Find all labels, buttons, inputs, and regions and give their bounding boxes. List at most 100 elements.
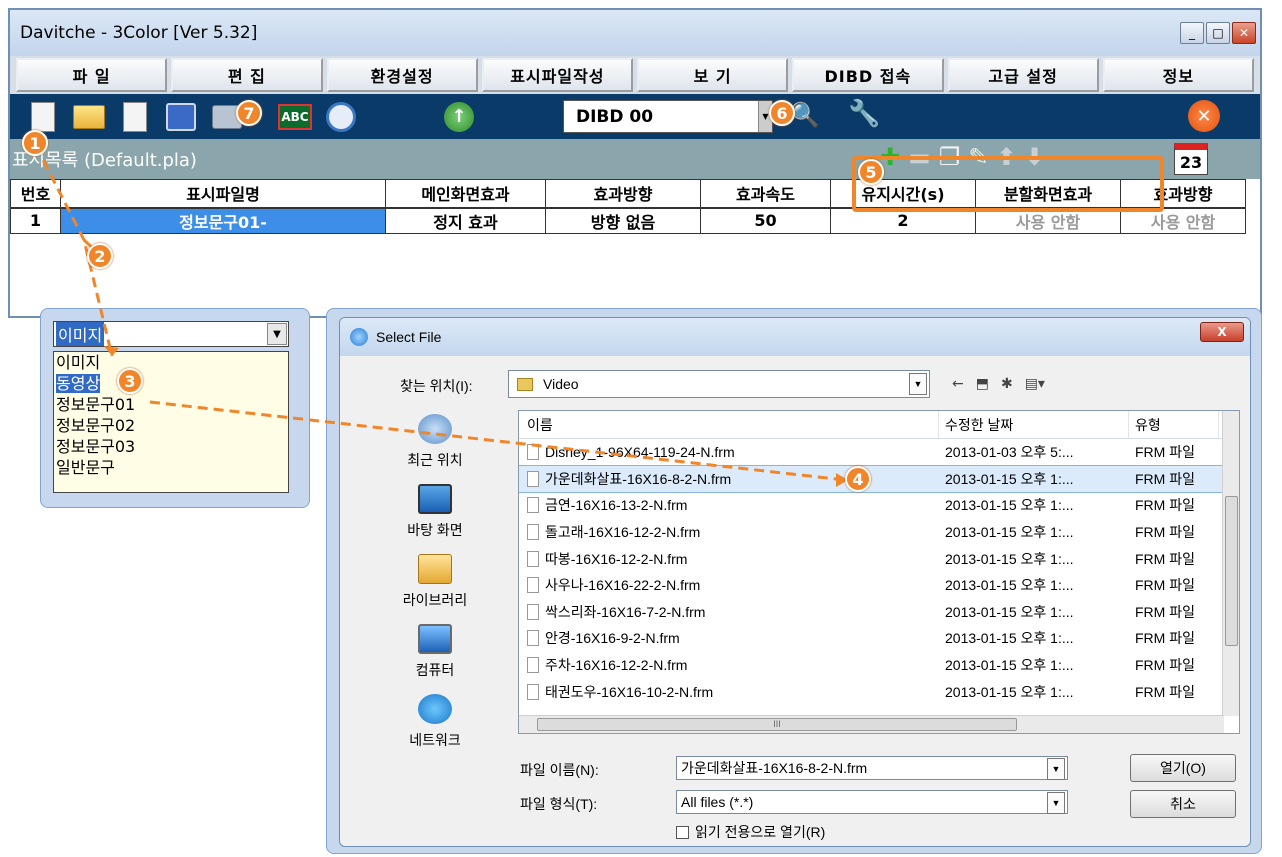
menu-view[interactable]: 보 기 [637,58,789,92]
filename-value: 가운데화살표-16X16-8-2-N.frm [681,760,868,776]
place-network[interactable]: 네트워크 [360,694,510,750]
scroll-thumb[interactable] [1225,496,1238,646]
column-header[interactable]: 효과방향 [545,179,701,209]
maximize-button[interactable]: □ [1206,22,1230,44]
menu-edit[interactable]: 편 집 [171,58,323,92]
vertical-scrollbar[interactable] [1222,411,1239,716]
filename-input[interactable]: 가운데화살표-16X16-8-2-N.frm ▼ [676,756,1068,780]
table-row[interactable]: 1 정보문구01- 정지 효과 방향 없음 50 2 사용 안함 사용 안함 [10,207,1246,234]
option-info-text-03[interactable]: 정보문구03 [56,436,288,457]
cell-display-file-name[interactable]: 정보문구01- [60,207,386,234]
remove-icon[interactable]: ▬ [908,143,931,171]
filetype-select[interactable]: All files (*.*) ▼ [676,790,1068,814]
file-name-cell: 따봉-16X16-12-2-N.frm [519,549,939,569]
file-name-cell: 안경-16X16-9-2-N.frm [519,628,939,648]
file-row[interactable]: 따봉-16X16-12-2-N.frm 2013-01-15 오후 1:... FR… [519,545,1239,572]
file-row[interactable]: 태권도우-16X16-10-2-N.frm 2013-01-15 오후 1:...… [519,678,1239,705]
place-computer[interactable]: 컴퓨터 [360,624,510,680]
column-header-type[interactable]: 유형 [1129,411,1219,438]
column-header[interactable]: 분할화면효과 [975,179,1121,209]
option-image[interactable]: 이미지 [56,352,288,373]
print-icon[interactable] [210,100,244,134]
exit-icon[interactable]: ✕ [1188,100,1220,132]
edit-icon[interactable]: ✎ [968,143,988,171]
chevron-down-icon[interactable]: ▼ [758,101,772,132]
menu-file[interactable]: 파 일 [16,58,168,92]
option-video[interactable]: 동영상 [56,373,288,394]
cell-hold-time[interactable]: 2 [830,207,976,234]
chevron-down-icon[interactable]: ▼ [1047,792,1065,814]
cell-effect-speed[interactable]: 50 [700,207,831,234]
menu-dibd-connect[interactable]: DIBD 접속 [792,58,944,92]
new-file-icon[interactable] [26,100,60,134]
new-folder-icon[interactable]: ✱ [1001,376,1013,392]
open-folder-icon[interactable] [72,100,106,134]
column-header[interactable]: 유지시간(s) [830,179,976,209]
wrench-icon[interactable]: 🔧 [848,99,880,129]
column-header[interactable]: 번호 [10,179,61,209]
type-select[interactable]: 이미지 ▼ [53,321,289,347]
file-type: FRM 파일 [1135,683,1195,700]
clock-schedule-icon[interactable] [324,100,358,134]
column-header[interactable]: 효과속도 [700,179,831,209]
chevron-down-icon[interactable]: ▼ [1047,758,1065,780]
column-header[interactable]: 표시파일명 [60,179,386,209]
view-menu-icon[interactable]: ▤▾ [1025,376,1045,392]
upload-arrow-icon[interactable]: ↑ [442,100,476,134]
column-header[interactable]: 메인화면효과 [385,179,546,209]
column-header-date[interactable]: 수정한 날짜 [939,411,1129,438]
move-up-icon[interactable]: ⬆ [996,143,1016,171]
place-libraries[interactable]: 라이브러리 [360,554,510,610]
chevron-down-icon[interactable]: ▼ [267,323,287,345]
minimize-button[interactable]: _ [1180,22,1204,44]
file-row[interactable]: 사우나-16X16-22-2-N.frm 2013-01-15 오후 1:... F… [519,572,1239,599]
look-in-select[interactable]: Video ▼ [508,370,930,398]
option-general-text[interactable]: 일반문구 [56,457,288,478]
cell-main-effect[interactable]: 정지 효과 [385,207,546,234]
file-row[interactable]: Disney_1-96X64-119-24-N.frm 2013-01-03 오후… [519,439,1239,466]
chevron-down-icon[interactable]: ▼ [909,373,927,395]
save-disk-icon[interactable] [164,100,198,134]
option-info-text-01[interactable]: 정보문구01 [56,394,288,415]
dialog-close-button[interactable]: X [1200,322,1244,342]
place-desktop[interactable]: 바탕 화면 [360,484,510,540]
open-button[interactable]: 열기(O) [1130,754,1236,782]
horizontal-scrollbar[interactable]: III [519,715,1224,733]
option-info-text-02[interactable]: 정보문구02 [56,415,288,436]
file-name: 따봉-16X16-12-2-N.frm [545,550,688,567]
checkbox-box[interactable] [676,825,689,839]
cell-split-effect[interactable]: 사용 안함 [975,207,1121,234]
file-row[interactable]: 안경-16X16-9-2-N.frm 2013-01-15 오후 1:... FRM… [519,625,1239,652]
close-window-button[interactable]: ✕ [1232,22,1256,44]
readonly-checkbox[interactable]: 읽기 전용으로 열기(R) [676,822,825,842]
cell-split-direction[interactable]: 사용 안함 [1120,207,1246,234]
scroll-thumb[interactable]: III [537,718,1017,731]
back-arrow-icon[interactable]: ← [952,376,964,392]
cancel-button[interactable]: 취소 [1130,790,1236,818]
file-row[interactable]: 금연-16X16-13-2-N.frm 2013-01-15 오후 1:... FR… [519,492,1239,519]
file-row[interactable]: 주차-16X16-12-2-N.frm 2013-01-15 오후 1:... FR… [519,652,1239,679]
cell-number[interactable]: 1 [10,207,61,234]
menu-settings[interactable]: 환경설정 [326,58,478,92]
file-row[interactable]: 싹스리좌-16X16-7-2-N.frm 2013-01-15 오후 1:... F… [519,599,1239,626]
cell-effect-direction[interactable]: 방향 없음 [545,207,701,234]
menu-info[interactable]: 정보 [1102,58,1254,92]
up-folder-icon[interactable]: ⬒ [976,376,989,392]
move-down-icon[interactable]: ⬇ [1025,143,1045,171]
dibd-select[interactable]: DIBD 00 ▼ [563,100,773,133]
look-in-label: 찾는 위치(I): [400,378,473,394]
file-row[interactable]: 가운데화살표-16X16-8-2-N.frm 2013-01-15 오후 1:..… [519,464,1239,494]
menu-create-display-file[interactable]: 표시파일작성 [481,58,633,92]
calendar-icon[interactable]: 23 [1174,143,1208,175]
file-name-cell: 사우나-16X16-22-2-N.frm [519,575,939,595]
column-header[interactable]: 효과방향 [1120,179,1246,209]
copy-icon[interactable]: ❐ [939,143,961,171]
file-row[interactable]: 돌고래-16X16-12-2-N.frm 2013-01-15 오후 1:... F… [519,519,1239,546]
place-recent[interactable]: 최근 위치 [360,414,510,470]
abc-text-icon[interactable]: ABC [278,100,312,134]
add-document-icon[interactable] [118,100,152,134]
menu-advanced-settings[interactable]: 고급 설정 [947,58,1099,92]
search-icon[interactable]: 🔍 [790,101,820,129]
column-header-name[interactable]: 이름 [519,411,939,438]
add-icon[interactable]: ✚ [880,143,900,171]
